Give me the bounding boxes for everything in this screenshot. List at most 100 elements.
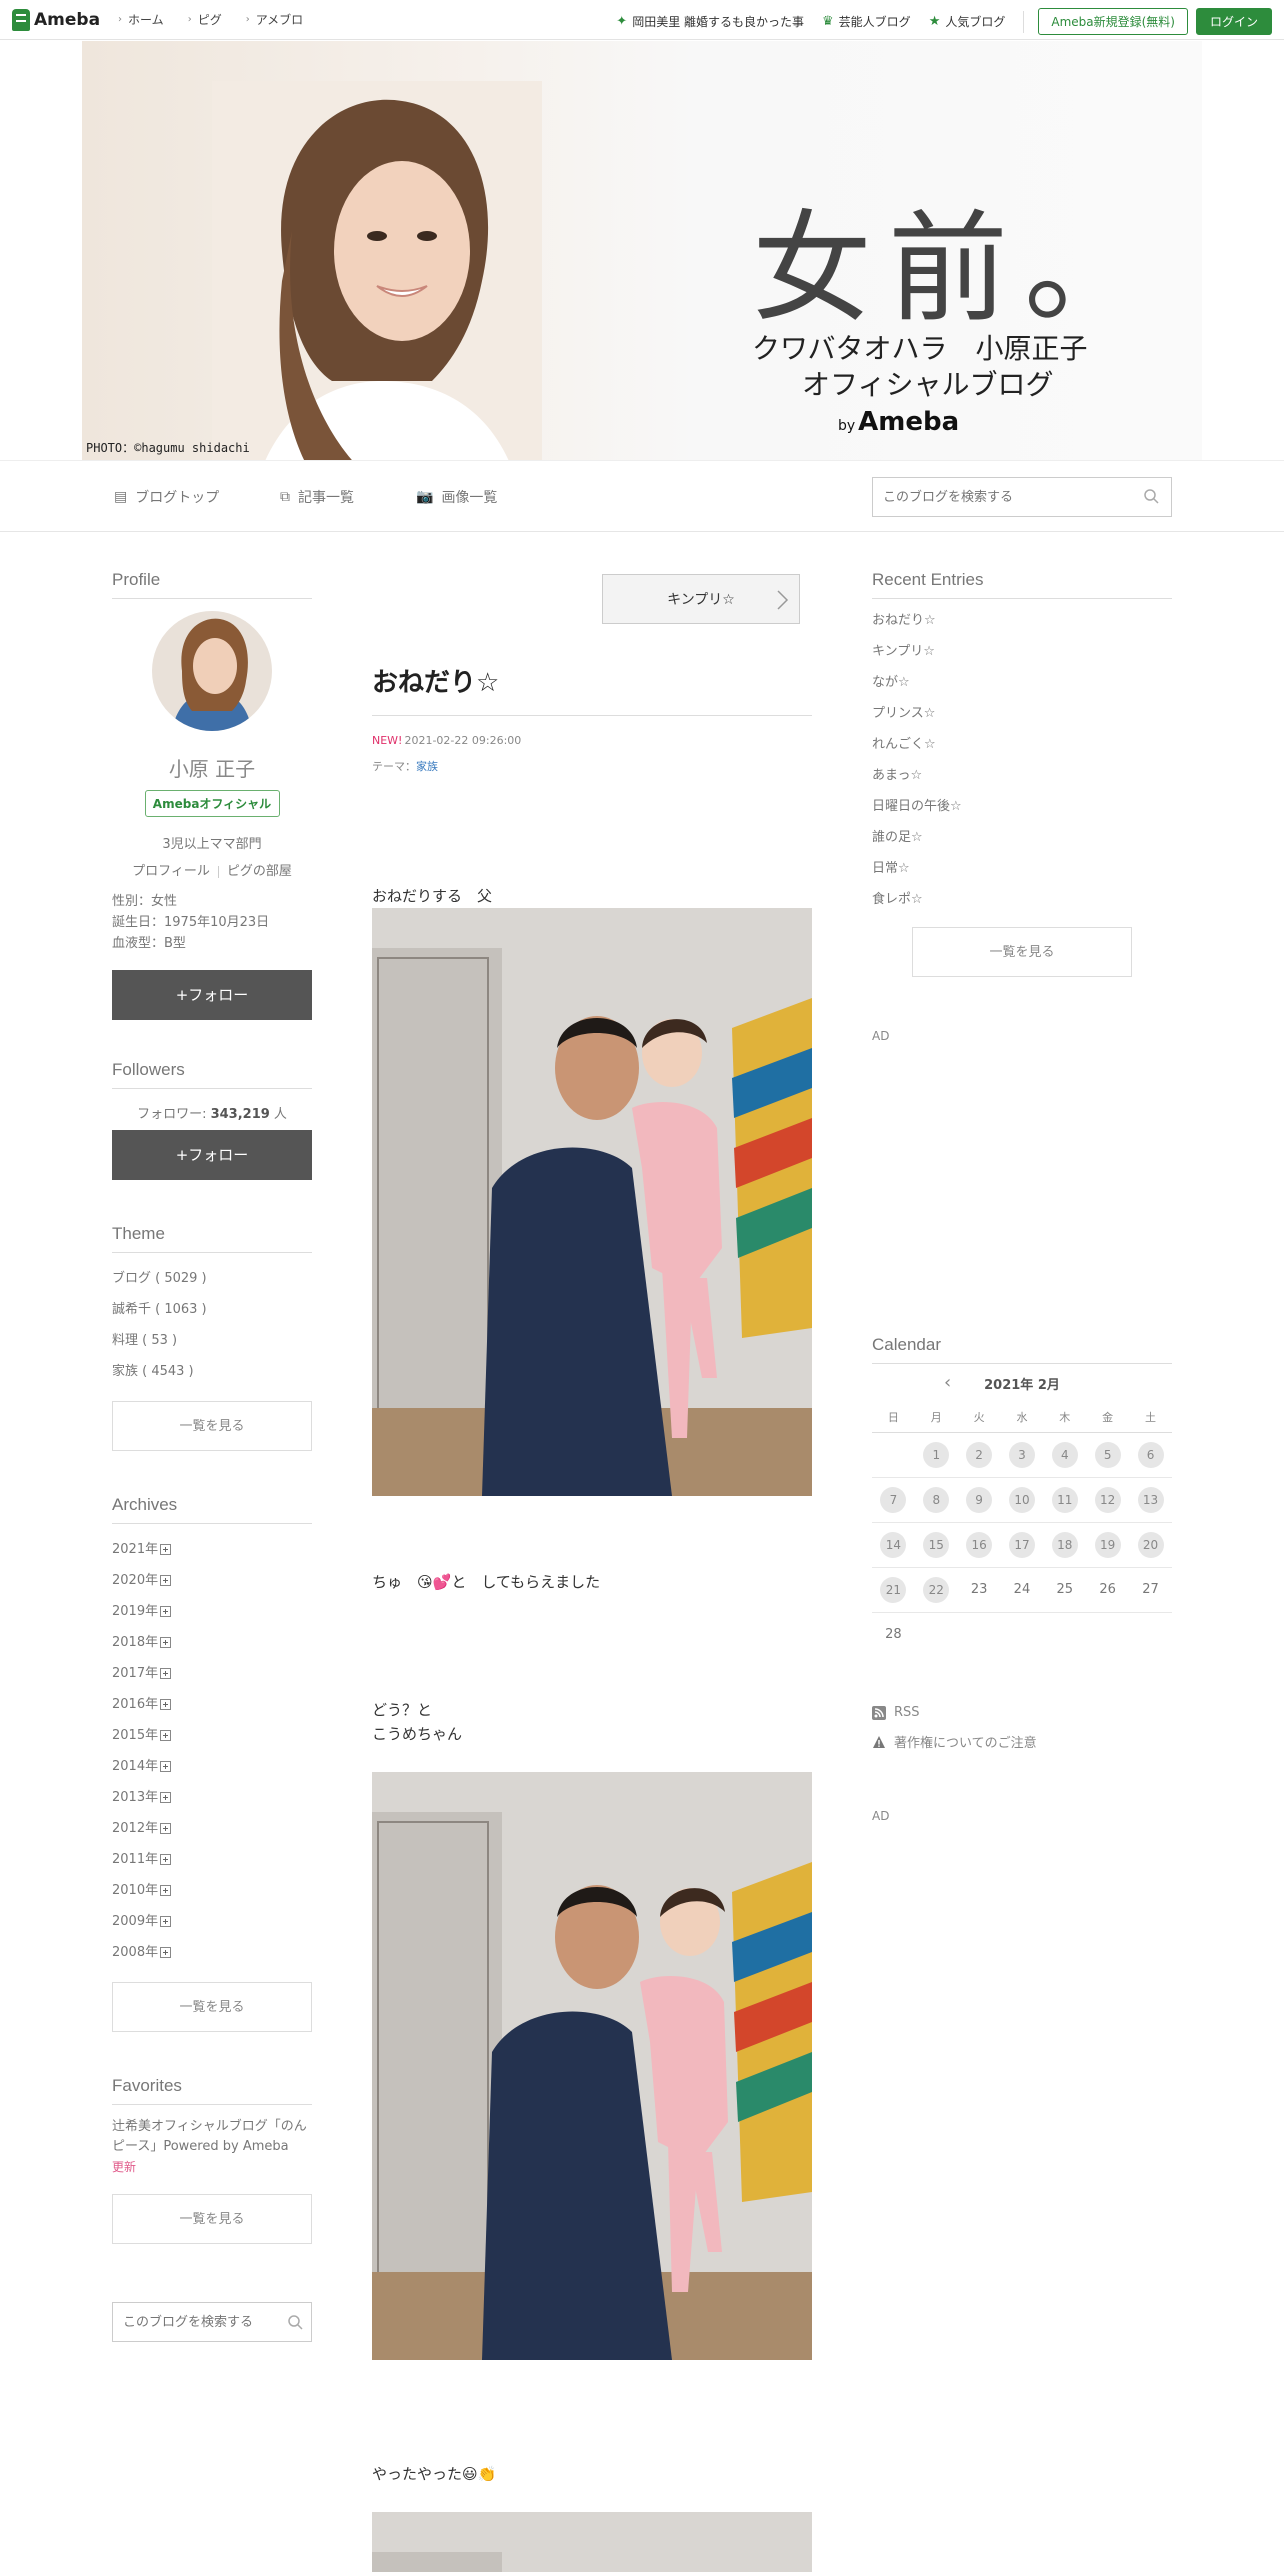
expand-icon[interactable] (160, 1544, 172, 1555)
entry-photo[interactable] (372, 2512, 812, 2572)
list-item[interactable]: おねだり☆ (872, 605, 1172, 636)
expand-icon[interactable] (160, 1699, 172, 1710)
calendar-cell[interactable]: 18 (1043, 1522, 1087, 1568)
list-item[interactable]: 日曜日の午後☆ (872, 791, 1172, 822)
nav-ameblo[interactable]: › アメブロ (246, 11, 303, 28)
list-item[interactable]: 2019年 (112, 1596, 312, 1627)
archives-more-button[interactable]: 一覧を見る (112, 1982, 312, 2032)
calendar-cell[interactable]: 20 (1129, 1522, 1172, 1568)
ameba-logo[interactable]: Ameba (12, 8, 100, 31)
blog-header-banner[interactable]: 女前。 クワバタオハラ 小原正子 オフィシャルブログ by Ameba PHOTO… (82, 41, 1202, 460)
expand-icon[interactable] (160, 1668, 172, 1679)
list-item[interactable]: 2008年 (112, 1937, 312, 1968)
favorite-blog-link[interactable]: 辻希美オフィシャルブログ「のんピース」Powered by Ameba 更新 (112, 2117, 312, 2178)
calendar-cell[interactable]: 22 (914, 1567, 958, 1613)
list-item[interactable]: 誠希千 ( 1063 ) (112, 1294, 312, 1325)
entry-list-link[interactable]: ⧉ 記事一覧 (280, 487, 354, 507)
copyright-notice-link[interactable]: 著作権についてのご注意 (872, 1732, 1172, 1751)
calendar-cell[interactable]: 14 (872, 1522, 915, 1568)
expand-icon[interactable] (160, 1947, 172, 1958)
list-item[interactable]: 料理 ( 53 ) (112, 1325, 312, 1356)
calendar-cell[interactable]: 15 (914, 1522, 958, 1568)
list-item[interactable]: 2012年 (112, 1813, 312, 1844)
calendar-cell[interactable]: 11 (1043, 1477, 1087, 1523)
entry-title[interactable]: おねだり☆ (372, 662, 812, 716)
calendar-cell[interactable]: 6 (1129, 1432, 1172, 1478)
list-item[interactable]: 2018年 (112, 1627, 312, 1658)
avatar[interactable] (152, 611, 272, 731)
search-icon[interactable] (287, 2314, 303, 2330)
pig-room-link[interactable]: ピグの部屋 (227, 864, 292, 879)
calendar-cell[interactable]: 19 (1086, 1522, 1130, 1568)
theme-more-button[interactable]: 一覧を見る (112, 1401, 312, 1451)
calendar-cell[interactable]: 8 (914, 1477, 958, 1523)
blog-search-input[interactable] (873, 478, 1123, 516)
list-item[interactable]: 2011年 (112, 1844, 312, 1875)
calendar-cell[interactable]: 12 (1086, 1477, 1130, 1523)
list-item[interactable]: 2009年 (112, 1906, 312, 1937)
image-list-link[interactable]: 📷 画像一覧 (416, 487, 497, 507)
calendar-cell[interactable]: 4 (1043, 1432, 1087, 1478)
calendar-cell[interactable]: 17 (1000, 1522, 1044, 1568)
official-badge[interactable]: Amebaオフィシャル (144, 790, 280, 817)
expand-icon[interactable] (160, 1916, 172, 1927)
expand-icon[interactable] (160, 1885, 172, 1896)
calendar-cell[interactable]: 3 (1000, 1432, 1044, 1478)
list-item[interactable]: 食レポ☆ (872, 884, 1172, 915)
list-item[interactable]: キンプリ☆ (872, 636, 1172, 667)
follow-button-2[interactable]: +フォロー (112, 1130, 312, 1180)
calendar-cell[interactable]: 13 (1129, 1477, 1172, 1523)
theme-link[interactable]: 家族 (416, 760, 438, 773)
recent-more-button[interactable]: 一覧を見る (912, 927, 1132, 977)
login-button[interactable]: ログイン (1195, 8, 1272, 35)
list-item[interactable]: 家族 ( 4543 ) (112, 1356, 312, 1387)
list-item[interactable]: プリンス☆ (872, 698, 1172, 729)
celebrity-blog-link[interactable]: ♛ 芸能人ブログ (822, 13, 911, 30)
expand-icon[interactable] (160, 1730, 172, 1741)
calendar-cell[interactable]: 5 (1086, 1432, 1130, 1478)
sidebar-search-input[interactable] (113, 2303, 273, 2341)
expand-icon[interactable] (160, 1823, 172, 1834)
calendar-cell[interactable]: 7 (872, 1477, 915, 1523)
list-item[interactable]: なが☆ (872, 667, 1172, 698)
list-item[interactable]: 誰の足☆ (872, 822, 1172, 853)
calendar-cell[interactable]: 2 (957, 1432, 1001, 1478)
list-item[interactable]: れんごく☆ (872, 729, 1172, 760)
expand-icon[interactable] (160, 1792, 172, 1803)
entry-photo[interactable] (372, 908, 812, 1496)
list-item[interactable]: あまっ☆ (872, 760, 1172, 791)
register-button[interactable]: Ameba新規登録(無料) (1038, 8, 1188, 35)
next-entry-button[interactable]: キンプリ☆ (602, 574, 800, 624)
list-item[interactable]: ブログ ( 5029 ) (112, 1263, 312, 1294)
list-item[interactable]: 2015年 (112, 1720, 312, 1751)
list-item[interactable]: 2017年 (112, 1658, 312, 1689)
expand-icon[interactable] (160, 1637, 172, 1648)
entry-photo[interactable] (372, 1772, 812, 2360)
profile-name[interactable]: 小原 正子 (112, 753, 312, 782)
list-item[interactable]: 2016年 (112, 1689, 312, 1720)
chevron-left-icon[interactable]: ‹ (944, 1372, 951, 1393)
list-item[interactable]: 2020年 (112, 1565, 312, 1596)
expand-icon[interactable] (160, 1575, 172, 1586)
blog-top-link[interactable]: ▤ ブログトップ (114, 487, 219, 507)
favorites-more-button[interactable]: 一覧を見る (112, 2194, 312, 2244)
expand-icon[interactable] (160, 1854, 172, 1865)
calendar-cell[interactable]: 21 (872, 1567, 915, 1613)
calendar-cell[interactable]: 10 (1000, 1477, 1044, 1523)
nav-pig[interactable]: › ピグ (188, 11, 222, 28)
list-item[interactable]: 日常☆ (872, 853, 1172, 884)
search-icon[interactable] (1143, 488, 1159, 504)
expand-icon[interactable] (160, 1606, 172, 1617)
list-item[interactable]: 2010年 (112, 1875, 312, 1906)
expand-icon[interactable] (160, 1761, 172, 1772)
follow-button[interactable]: +フォロー (112, 970, 312, 1020)
rss-link[interactable]: RSS (872, 1705, 1172, 1720)
list-item[interactable]: 2021年 (112, 1534, 312, 1565)
list-item[interactable]: 2014年 (112, 1751, 312, 1782)
trending-link[interactable]: ✦ 岡田美里 離婚するも良かった事 (616, 13, 804, 30)
list-item[interactable]: 2013年 (112, 1782, 312, 1813)
calendar-cell[interactable]: 1 (914, 1432, 958, 1478)
popular-blog-link[interactable]: ★ 人気ブログ (929, 13, 1006, 30)
calendar-cell[interactable]: 16 (957, 1522, 1001, 1568)
nav-home[interactable]: › ホーム (118, 11, 164, 28)
